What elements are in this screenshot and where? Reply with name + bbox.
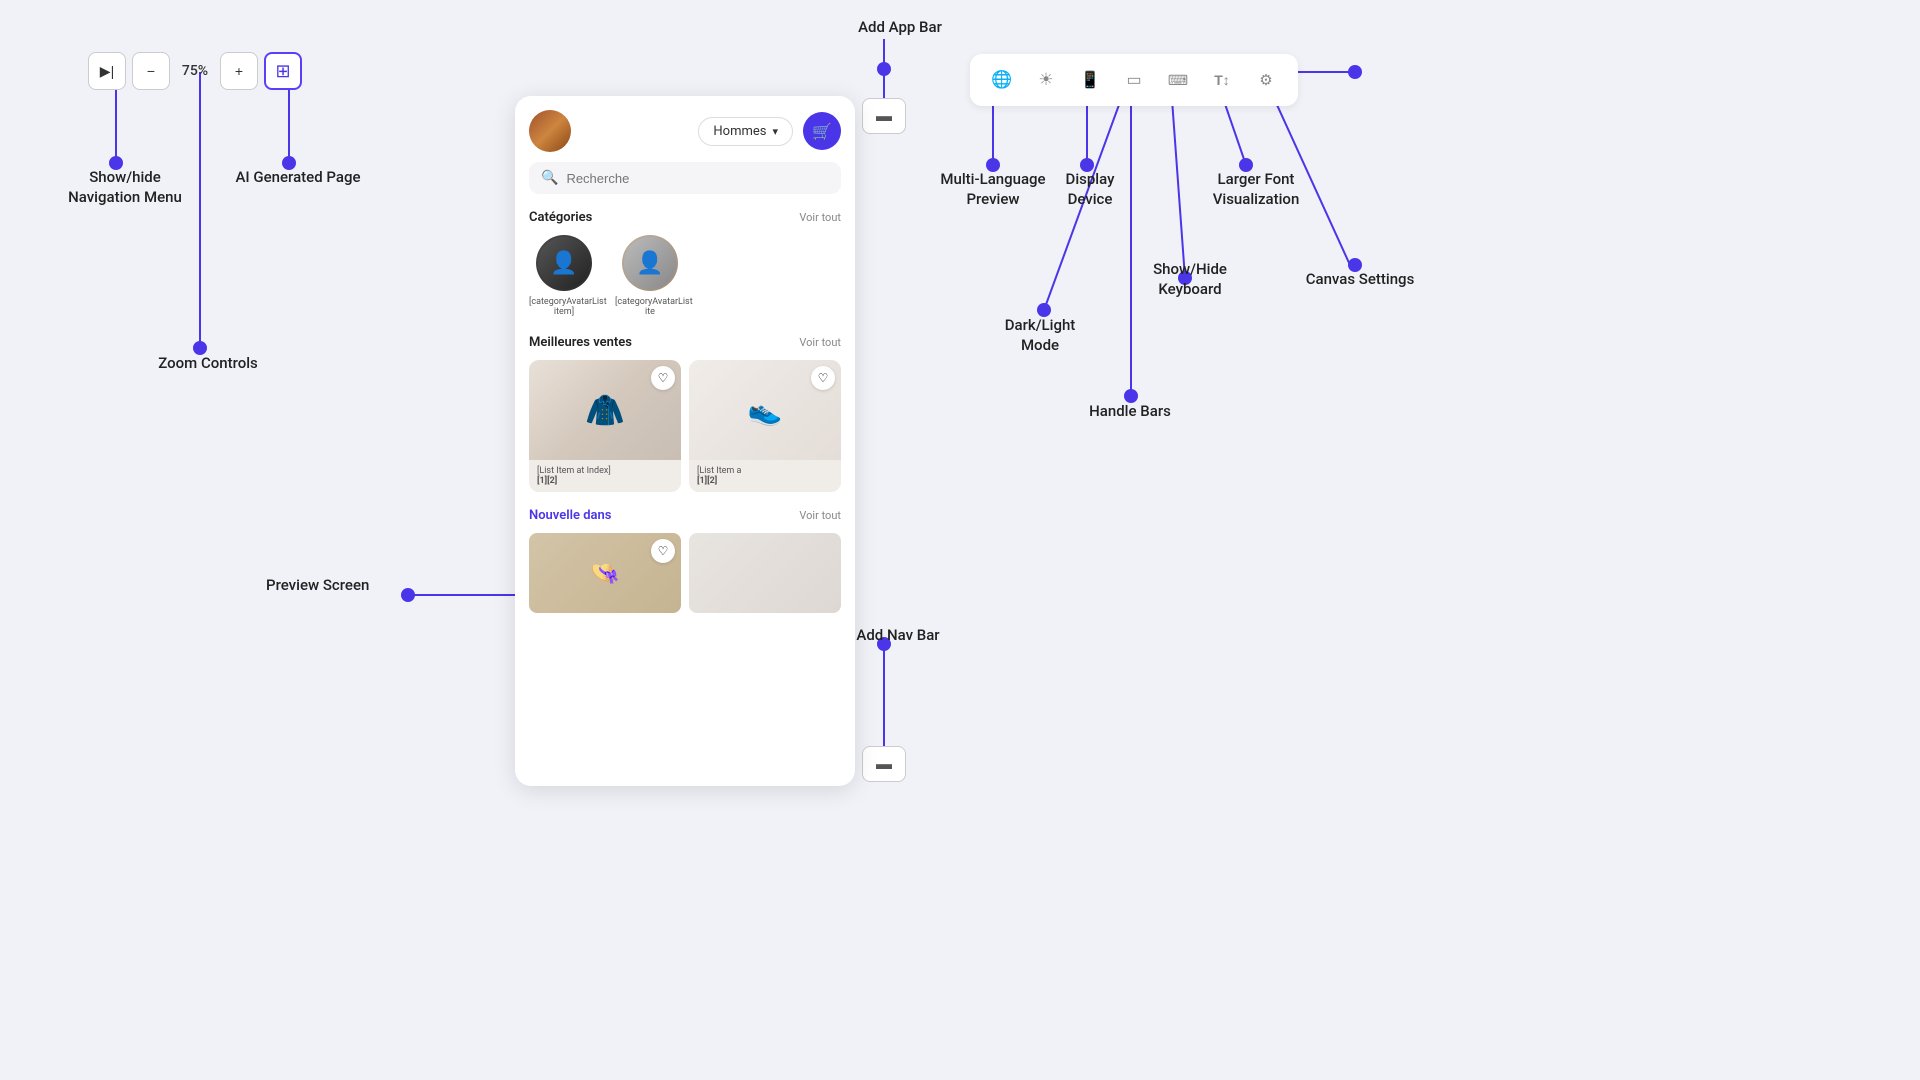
show-hide-keyboard-label: Show/HideKeyboard: [1120, 260, 1260, 299]
category-dropdown[interactable]: Hommes ▾: [698, 117, 793, 146]
meilleures-title: Meilleures ventes: [529, 335, 632, 350]
favorite-button-3[interactable]: ♡: [651, 539, 675, 563]
search-icon: 🔍: [541, 170, 558, 186]
main-toolbar: ▶| − 75% + ⊞: [88, 52, 302, 90]
meilleures-header: Meilleures ventes Voir tout: [515, 331, 855, 360]
zoom-plus-icon: +: [235, 63, 243, 79]
categories-voir-tout[interactable]: Voir tout: [799, 211, 841, 224]
dark-light-button[interactable]: ☀: [1028, 62, 1064, 98]
hide-nav-button[interactable]: ▶|: [88, 52, 126, 90]
zoom-value: 75%: [176, 63, 214, 79]
cart-icon: 🛒: [812, 122, 832, 141]
settings-icon: ⚙: [1259, 71, 1272, 89]
product-card-3[interactable]: 👒 ♡: [529, 533, 681, 613]
nouvelle-voir-tout[interactable]: Voir tout: [799, 509, 841, 522]
category-label: Hommes: [713, 124, 766, 139]
product-info-2: [List Item a[1][2]: [689, 460, 841, 492]
font-size-icon: T↕: [1214, 72, 1230, 88]
categories-title: Catégories: [529, 210, 592, 225]
ai-icon: ⊞: [275, 61, 290, 82]
zoom-plus-button[interactable]: +: [220, 52, 258, 90]
zoom-minus-button[interactable]: −: [132, 52, 170, 90]
category-item-1[interactable]: 👤 [categoryAvatarList item]: [529, 235, 599, 317]
avatar: [529, 110, 571, 152]
chevron-down-icon: ▾: [772, 125, 778, 138]
larger-font-button[interactable]: T↕: [1204, 62, 1240, 98]
product-name-2: [List Item a[1][2]: [697, 466, 833, 486]
canvas-settings-line-end-dot: [1348, 65, 1362, 79]
preview-screen-label: Preview Screen: [266, 576, 369, 596]
globe-icon: 🌐: [991, 70, 1012, 90]
nav-bar-icon: ▬: [876, 754, 892, 774]
show-hide-nav-label: Show/hideNavigation Menu: [55, 168, 195, 207]
mobile-header: Hommes ▾ 🛒: [515, 96, 855, 162]
meilleures-voir-tout[interactable]: Voir tout: [799, 336, 841, 349]
nouvelle-product-row: 👒 ♡: [515, 533, 855, 623]
display-device-label: DisplayDevice: [1040, 170, 1140, 209]
search-bar[interactable]: 🔍: [529, 162, 841, 194]
show-hide-keyboard-button[interactable]: ⌨: [1160, 62, 1196, 98]
display-device-button[interactable]: 📱: [1072, 62, 1108, 98]
category-item-2[interactable]: 👤 [categoryAvatarList ite: [615, 235, 685, 317]
add-app-bar-label: Add App Bar: [840, 18, 960, 38]
zoom-controls-label: Zoom Controls: [138, 354, 278, 374]
sun-icon: ☀: [1038, 70, 1053, 90]
category-avatar-2: 👤: [622, 235, 678, 291]
handle-bars-button[interactable]: ▭: [1116, 62, 1152, 98]
canvas-settings-button[interactable]: ⚙: [1248, 62, 1284, 98]
nouvelle-header: Nouvelle dans Voir tout: [515, 504, 855, 533]
cart-button[interactable]: 🛒: [803, 112, 841, 150]
right-toolbar: 🌐 ☀ 📱 ▭ ⌨ T↕ ⚙: [970, 54, 1298, 106]
tablet-icon: ▭: [1126, 70, 1141, 90]
categories-row: 👤 [categoryAvatarList item] 👤 [categoryA…: [515, 235, 855, 331]
product-name-1: [List Item at Index][1][2]: [537, 466, 673, 486]
zoom-controls-dot: [193, 341, 207, 355]
categories-header: Catégories Voir tout: [515, 206, 855, 235]
hide-nav-icon: ▶|: [100, 63, 114, 80]
dark-light-label: Dark/LightMode: [980, 316, 1100, 355]
ai-generated-button[interactable]: ⊞: [264, 52, 302, 90]
larger-font-label: Larger FontVisualization: [1176, 170, 1336, 209]
nouvelle-title: Nouvelle dans: [529, 508, 611, 523]
favorite-button-2[interactable]: ♡: [811, 366, 835, 390]
favorite-button-1[interactable]: ♡: [651, 366, 675, 390]
zoom-minus-icon: −: [147, 63, 155, 79]
category-label-2: [categoryAvatarList ite: [615, 297, 685, 317]
multi-language-button[interactable]: 🌐: [984, 62, 1020, 98]
phone-icon: 📱: [1080, 70, 1100, 90]
add-nav-bar-label: Add Nav Bar: [838, 626, 958, 646]
product-grid: 🧥 ♡ [List Item at Index][1][2] 👟 ♡ [List…: [515, 360, 855, 504]
add-nav-bar-button[interactable]: ▬: [862, 746, 906, 782]
preview-screen: Hommes ▾ 🛒 🔍 Catégories Voir tout 👤 [cat…: [515, 96, 855, 786]
search-input[interactable]: [566, 171, 829, 186]
add-app-bar-dot: [877, 62, 891, 76]
dark-light-dot: [1037, 303, 1051, 317]
product-info-1: [List Item at Index][1][2]: [529, 460, 681, 492]
preview-screen-dot: [401, 588, 415, 602]
ai-generated-label: AI Generated Page: [218, 168, 378, 188]
avatar-image: [529, 110, 571, 152]
keyboard-icon: ⌨: [1168, 72, 1188, 89]
category-avatar-1: 👤: [536, 235, 592, 291]
app-bar-icon: ▬: [876, 106, 892, 126]
category-label-1: [categoryAvatarList item]: [529, 297, 599, 317]
product-card-1[interactable]: 🧥 ♡ [List Item at Index][1][2]: [529, 360, 681, 492]
product-image-4: [689, 533, 841, 613]
add-app-bar-button[interactable]: ▬: [862, 98, 906, 134]
handle-bars-dot: [1124, 389, 1138, 403]
product-card-2[interactable]: 👟 ♡ [List Item a[1][2]: [689, 360, 841, 492]
canvas-settings-label: Canvas Settings: [1285, 270, 1435, 290]
handle-bars-label: Handle Bars: [1065, 402, 1195, 422]
